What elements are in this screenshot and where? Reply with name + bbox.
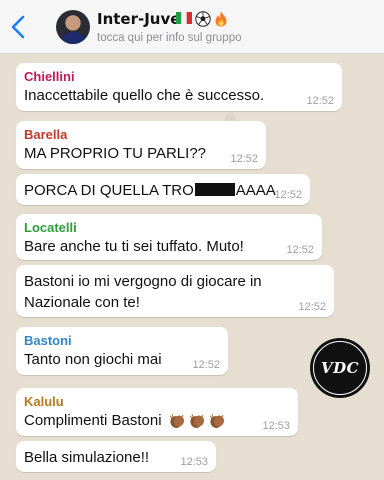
message-bubble[interactable]: Bastoni Tanto non giochi mai 12:52 [16,327,228,375]
message-time: 12:52 [306,95,334,107]
message-text-part: AAAA [235,182,276,199]
redaction-bar [194,183,235,196]
message-text: MA PROPRIO TU PARLI?? [24,145,206,162]
sender-name: Locatelli [24,220,77,235]
message-text: Inaccettabile quello che è successo. [24,87,265,104]
message-bubble[interactable]: Barella MA PROPRIO TU PARLI?? 12:52 [16,121,266,169]
sender-name: Bastoni [24,333,72,348]
back-icon[interactable] [8,14,30,40]
message-time: 12:52 [192,359,220,371]
group-subtitle[interactable]: tocca qui per info sul gruppo [97,32,241,44]
message-text-part: Complimenti Bastoni [24,412,162,429]
message-text-line: Bastoni io mi vergogno di giocare in [24,273,262,290]
group-name[interactable]: Inter-Juve [97,10,180,28]
sender-name: Barella [24,127,68,142]
message-time: 12:53 [180,456,208,468]
message-bubble[interactable]: PORCA DI QUELLA TRO AAAA 12:52 [16,174,310,205]
clapping-hands-icon [168,413,226,429]
fire-icon [215,11,227,27]
chat-header: Inter-Juve tocca qui per info sul gruppo [0,0,384,54]
group-emojis [176,11,228,27]
soccer-ball-icon [195,11,211,27]
group-avatar[interactable] [56,10,90,44]
message-bubble[interactable]: Locatelli Bare anche tu ti sei tuffato. … [16,214,322,260]
message-text-part: PORCA DI QUELLA TRO [24,182,194,199]
sender-name: Chiellini [24,69,75,84]
message-time: 12:53 [262,420,290,432]
flag-italy-icon [176,12,192,24]
message-time: 12:52 [298,301,326,313]
message-text: Bare anche tu ti sei tuffato. Muto! [24,238,244,255]
chat-area[interactable]: Chiellini Inaccettabile quello che è suc… [0,55,384,480]
message-text: Complimenti Bastoni [24,410,290,431]
message-time: 12:52 [286,244,314,256]
message-bubble[interactable]: Kalulu Complimenti Bastoni 12:53 [16,388,298,436]
message-time: 12:52 [274,189,302,201]
message-bubble[interactable]: Bella simulazione!! 12:53 [16,441,216,472]
message-time: 12:52 [230,153,258,165]
vdc-watermark-text: VDC [313,341,367,395]
message-bubble[interactable]: Chiellini Inaccettabile quello che è suc… [16,63,342,111]
sender-name: Kalulu [24,394,64,409]
message-text: Tanto non giochi mai [24,351,162,368]
message-text: PORCA DI QUELLA TRO AAAA [24,180,302,201]
message-bubble[interactable]: Bastoni io mi vergogno di giocare in Naz… [16,265,334,317]
vdc-watermark-logo: VDC [310,338,370,398]
message-text-line: Nazionale con te! [24,294,140,311]
